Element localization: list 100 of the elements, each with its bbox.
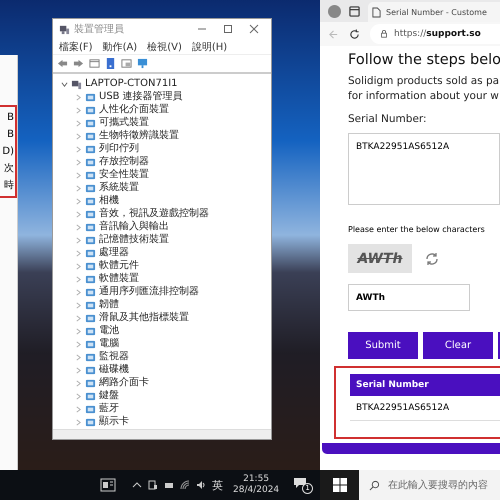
- tree-item[interactable]: 生物特徵辨識裝置: [99, 130, 179, 142]
- tree-item[interactable]: 韌體: [99, 299, 119, 312]
- computer-icon: [59, 24, 70, 35]
- properties-icon[interactable]: [89, 58, 100, 69]
- window-title: 裝置管理員: [74, 22, 125, 36]
- intro-text: Solidigm products sold as pa: [348, 74, 500, 89]
- device-icon: [85, 312, 96, 324]
- tree-item[interactable]: 軟體裝置: [99, 273, 139, 286]
- tree-item[interactable]: 藍牙: [99, 403, 119, 416]
- tree-item[interactable]: 安全性裝置: [99, 169, 149, 182]
- tree-item[interactable]: 音訊輸入與輸出: [99, 221, 169, 234]
- tree-item[interactable]: 記憶體技術裝置: [99, 234, 169, 246]
- device-icon: [85, 260, 96, 272]
- address-bar[interactable]: https://support.so: [370, 24, 500, 44]
- captcha-input[interactable]: AWTh: [348, 284, 470, 311]
- tree-item[interactable]: 音效，視訊及遊戲控制器: [99, 208, 209, 220]
- action-button[interactable]: Submit: [348, 332, 418, 359]
- intro-text: for information about your w: [348, 89, 500, 104]
- device-icon: [85, 144, 96, 155]
- value-text: 次: [3, 162, 15, 176]
- monitor-icon[interactable]: [137, 58, 148, 69]
- device-icon: [85, 390, 96, 402]
- captcha-image: AWTh: [348, 244, 412, 273]
- profile-avatar[interactable]: [328, 4, 341, 18]
- device-icon: [85, 234, 96, 246]
- device-icon[interactable]: [148, 480, 158, 490]
- menu-item[interactable]: 說明(H): [192, 40, 228, 54]
- field-label: Serial Number:: [348, 113, 428, 125]
- help-icon[interactable]: [105, 58, 116, 69]
- expand-caret-icon[interactable]: [61, 80, 68, 88]
- device-icon: [85, 378, 96, 389]
- tree-item[interactable]: 電池: [99, 325, 119, 338]
- action-button[interactable]: Clear: [423, 332, 493, 359]
- wifi-icon[interactable]: [180, 480, 190, 490]
- serial-number-field[interactable]: BTKA22951AS6512A: [348, 133, 500, 205]
- tree-item[interactable]: 通用序列匯流排控制器: [99, 286, 199, 298]
- device-icon: [85, 208, 96, 220]
- device-icon: [85, 170, 96, 181]
- clock[interactable]: 21:55 28/4/2024: [233, 474, 280, 496]
- tree-item[interactable]: 軟體元件: [99, 260, 139, 272]
- page-heading: Follow the steps belo: [348, 52, 500, 68]
- tree-item[interactable]: 可攜式裝置: [99, 117, 149, 130]
- tree-item[interactable]: 相機: [99, 195, 119, 208]
- input-method-indicator[interactable]: 英: [212, 478, 223, 492]
- browser-tab[interactable]: Serial Number - Custome: [368, 2, 500, 22]
- value-text: D): [1, 145, 15, 159]
- tree-item[interactable]: 網路介面卡: [99, 377, 149, 390]
- page-icon: [372, 6, 381, 18]
- forward-arrow-icon[interactable]: [73, 58, 84, 69]
- tree-item[interactable]: LAPTOP-CTON71I1: [85, 78, 178, 90]
- device-icon: [85, 352, 96, 363]
- device-icon: [85, 196, 96, 207]
- device-icon: [85, 416, 96, 428]
- device-icon: [85, 156, 96, 168]
- device-icon: [85, 274, 96, 285]
- menu-item[interactable]: 檢視(V): [147, 40, 182, 54]
- device-icon: [85, 338, 96, 350]
- back-arrow-icon[interactable]: [328, 28, 339, 40]
- device-icon: [85, 286, 96, 298]
- device-icon: [85, 118, 96, 129]
- device-icon: [85, 364, 96, 376]
- speaker-icon[interactable]: [196, 480, 206, 490]
- back-arrow-icon[interactable]: [57, 58, 68, 69]
- device-icon: [85, 182, 96, 194]
- tree-item[interactable]: 鍵盤: [99, 390, 119, 402]
- tree-item[interactable]: 系統裝置: [99, 182, 139, 194]
- tree-item[interactable]: 存放控制器: [99, 156, 149, 168]
- chevron-up-icon[interactable]: [132, 480, 142, 490]
- battery-icon[interactable]: [164, 480, 174, 490]
- tree-item[interactable]: 電腦: [99, 338, 119, 350]
- window-icon[interactable]: [121, 58, 132, 69]
- device-icon: [85, 300, 96, 311]
- device-icon: [85, 104, 96, 116]
- tree-item[interactable]: 滑鼠及其他指標裝置: [99, 312, 189, 324]
- captcha-prompt: Please enter the below characters: [348, 225, 486, 234]
- menu-item[interactable]: 檔案(F): [59, 40, 93, 54]
- value-text: B: [6, 111, 15, 125]
- device-icon: [85, 248, 96, 259]
- tree-item[interactable]: 人性化介面裝置: [99, 104, 169, 116]
- tree-item[interactable]: USB 連接器管理員: [99, 91, 183, 104]
- table-cell: BTKA22951AS6512A: [356, 403, 450, 413]
- tree-item[interactable]: 處理器: [99, 247, 129, 260]
- tab-actions-icon[interactable]: [349, 6, 360, 16]
- device-icon: [85, 130, 96, 142]
- taskbar-search-field[interactable]: 在此輸入要搜尋的內容: [359, 470, 500, 500]
- news-widget-icon[interactable]: [100, 478, 116, 492]
- refresh-icon[interactable]: [349, 28, 360, 40]
- value-text: B: [6, 128, 15, 142]
- tree-item[interactable]: 磁碟機: [99, 364, 129, 376]
- menu-item[interactable]: 動作(A): [102, 40, 138, 54]
- device-icon: [85, 326, 96, 337]
- device-icon: [85, 222, 96, 233]
- chat-bubble-icon: [293, 476, 308, 488]
- tree-item[interactable]: 列印佇列: [99, 143, 139, 156]
- computer-icon: [71, 78, 82, 90]
- table-header: Serial Number: [356, 380, 429, 390]
- tree-item[interactable]: 顯示卡: [99, 416, 129, 428]
- device-icon: [85, 92, 96, 103]
- tree-item[interactable]: 監視器: [99, 351, 129, 364]
- search-icon: [369, 480, 380, 490]
